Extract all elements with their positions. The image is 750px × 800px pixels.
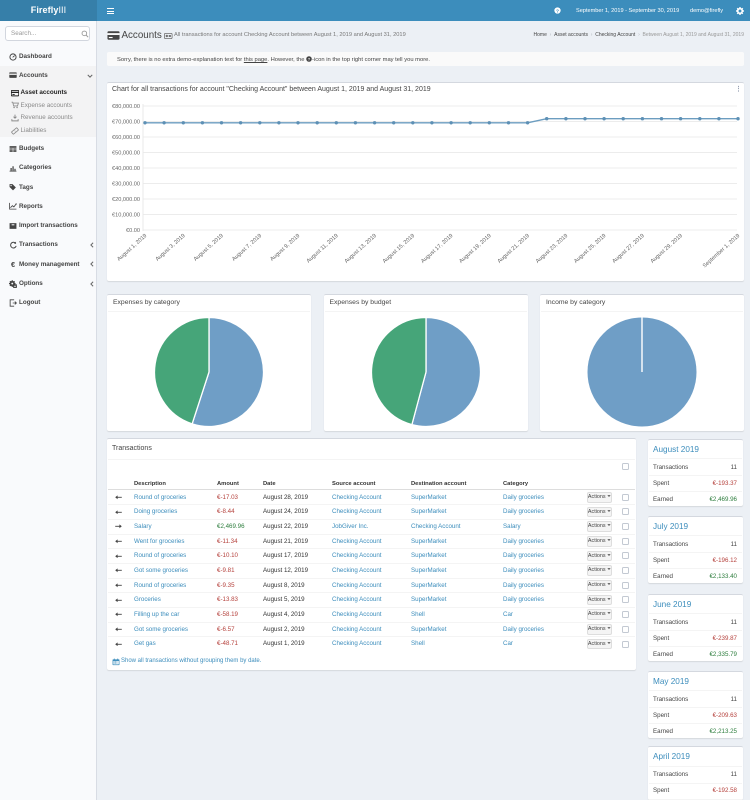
svg-text:€10,000.00: €10,000.00 xyxy=(112,213,140,219)
svg-text:€0.00: €0.00 xyxy=(126,228,140,234)
svg-text:€30,000.00: €30,000.00 xyxy=(112,182,140,188)
svg-text:August 5, 2019: August 5, 2019 xyxy=(193,233,225,263)
svg-text:€70,000.00: €70,000.00 xyxy=(112,120,140,126)
svg-text:€50,000.00: €50,000.00 xyxy=(112,151,140,157)
svg-text:?: ? xyxy=(556,9,559,15)
svg-text:€20,000.00: €20,000.00 xyxy=(112,197,140,203)
svg-text:August 1, 2019: August 1, 2019 xyxy=(116,233,148,263)
svg-text:August 17, 2019: August 17, 2019 xyxy=(420,233,454,265)
svg-text:€80,000.00: €80,000.00 xyxy=(112,104,140,110)
svg-text:August 9, 2019: August 9, 2019 xyxy=(269,233,301,263)
svg-text:August 19, 2019: August 19, 2019 xyxy=(458,233,492,265)
svg-text:€40,000.00: €40,000.00 xyxy=(112,166,140,172)
svg-text:August 21, 2019: August 21, 2019 xyxy=(497,233,531,265)
svg-text:August 3, 2019: August 3, 2019 xyxy=(155,233,187,263)
svg-text:September 1, 2019: September 1, 2019 xyxy=(702,233,741,269)
svg-text:August 7, 2019: August 7, 2019 xyxy=(231,233,263,263)
svg-text:August 29, 2019: August 29, 2019 xyxy=(650,233,684,265)
svg-text:August 11, 2019: August 11, 2019 xyxy=(306,233,340,264)
svg-text:€60,000.00: €60,000.00 xyxy=(112,135,140,141)
svg-text:August 15, 2019: August 15, 2019 xyxy=(382,233,416,265)
svg-text:€: € xyxy=(11,260,15,268)
svg-text:August 27, 2019: August 27, 2019 xyxy=(611,233,645,265)
svg-text:August 13, 2019: August 13, 2019 xyxy=(344,233,378,265)
svg-text:August 25, 2019: August 25, 2019 xyxy=(573,233,607,265)
svg-text:August 23, 2019: August 23, 2019 xyxy=(535,233,569,265)
